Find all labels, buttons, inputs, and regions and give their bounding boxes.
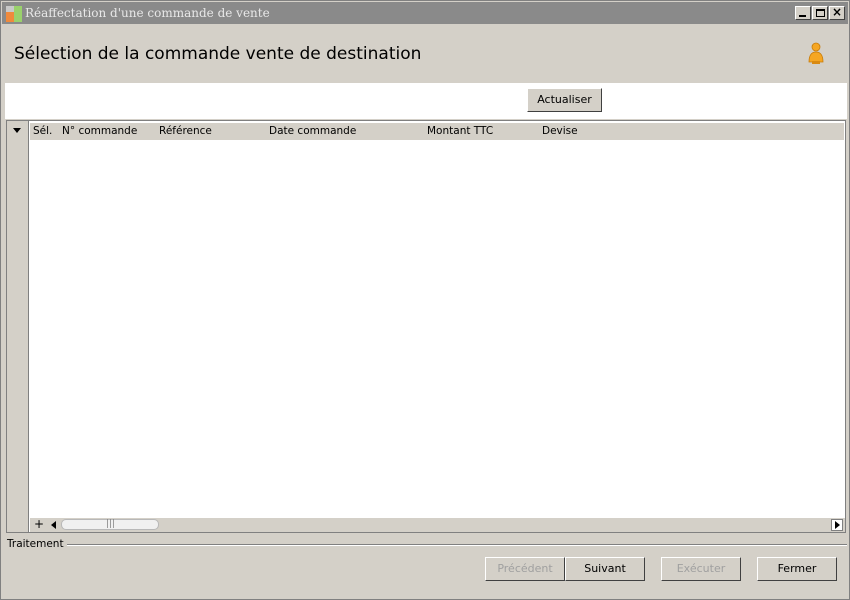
close-icon: ×	[831, 5, 843, 19]
scroll-left-icon[interactable]	[51, 521, 56, 529]
maximize-icon	[816, 9, 825, 17]
page-header: Sélection de la commande vente de destin…	[2, 24, 848, 82]
column-chooser-icon[interactable]	[13, 128, 21, 133]
scrollbar-grip-icon: |||	[106, 519, 116, 529]
group-label-traitement: Traitement	[7, 538, 67, 550]
close-button[interactable]: Fermer	[757, 557, 837, 581]
execute-button[interactable]: Exécuter	[661, 557, 741, 581]
column-header-order-date[interactable]: Date commande	[269, 125, 356, 137]
title-bar[interactable]: Réaffectation d'une commande de vente ×	[2, 2, 848, 24]
minimize-icon	[799, 15, 806, 17]
horizontal-scrollbar[interactable]: + |||	[30, 518, 845, 532]
window: Réaffectation d'une commande de vente × …	[0, 0, 850, 600]
refresh-button[interactable]: Actualiser	[527, 88, 602, 112]
column-header-selection[interactable]: Sél.	[33, 125, 52, 137]
divider	[61, 544, 847, 546]
toolbar: Actualiser	[5, 83, 847, 119]
grid-row-selector-column	[7, 121, 29, 532]
column-header-order-number[interactable]: N° commande	[62, 125, 137, 137]
window-title: Réaffectation d'une commande de vente	[25, 6, 270, 20]
app-icon	[6, 6, 22, 22]
grid-header: Sél. N° commande Référence Date commande…	[30, 123, 844, 140]
scrollbar-thumb[interactable]: |||	[61, 519, 159, 530]
minimize-button[interactable]	[795, 6, 811, 20]
next-button[interactable]: Suivant	[565, 557, 645, 581]
orders-grid[interactable]: Sél. N° commande Référence Date commande…	[6, 120, 846, 533]
page-title: Sélection de la commande vente de destin…	[14, 44, 422, 64]
column-header-currency[interactable]: Devise	[542, 125, 578, 137]
previous-button[interactable]: Précédent	[485, 557, 565, 581]
scroll-right-icon[interactable]	[831, 519, 843, 531]
maximize-button[interactable]	[812, 6, 828, 20]
column-header-reference[interactable]: Référence	[159, 125, 212, 137]
expand-all-icon[interactable]: +	[34, 518, 44, 531]
user-icon	[808, 42, 824, 64]
column-header-amount-ttc[interactable]: Montant TTC	[427, 125, 493, 137]
close-window-button[interactable]: ×	[829, 5, 845, 20]
